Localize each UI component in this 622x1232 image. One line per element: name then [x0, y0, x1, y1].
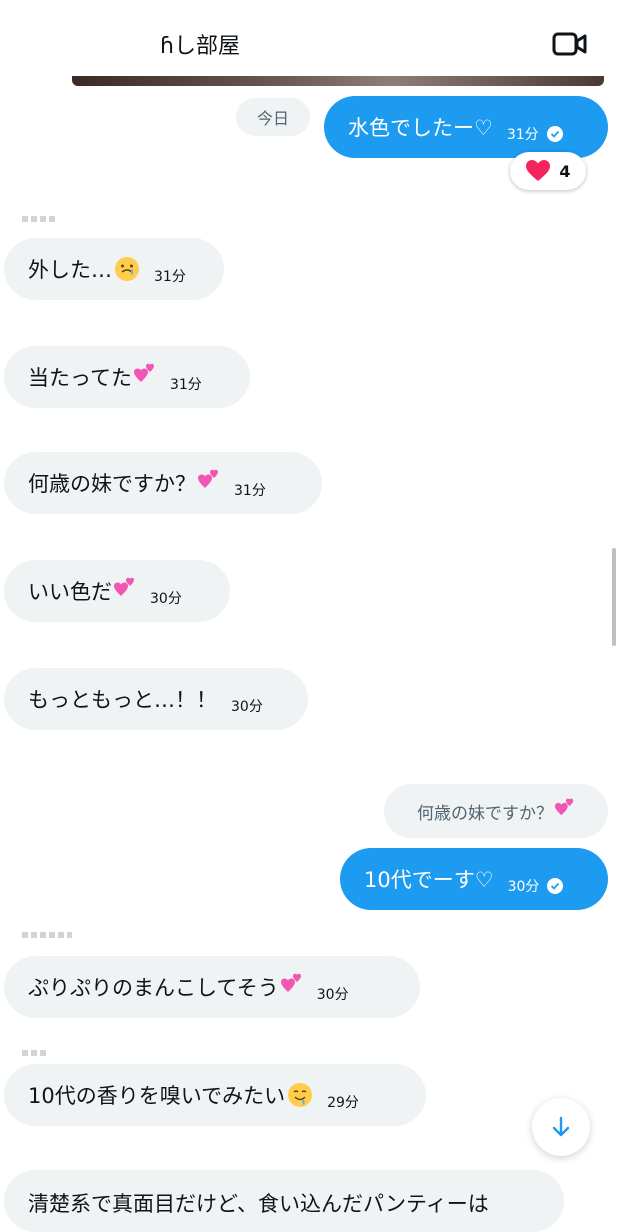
message-text: 10代でーす♡ — [364, 868, 494, 892]
message-bubble-incoming[interactable]: 何歳の妹ですか？ 31分 — [4, 452, 322, 514]
reaction-badge[interactable]: 4 — [510, 152, 586, 190]
message-bubble-outgoing[interactable]: 10代でーす♡ 30分 — [340, 848, 608, 910]
message-text: ぷりぷりのまんこしてそう — [28, 976, 279, 1000]
two-hearts-icon — [198, 469, 218, 488]
message-time: 30分 — [507, 879, 540, 895]
message-bubble-incoming[interactable]: いい色だ 30分 — [4, 560, 230, 622]
two-hearts-icon — [133, 363, 154, 382]
message-bubble-incoming[interactable]: 清楚系で真面目だけど、食い込んだパンティーは — [4, 1170, 564, 1232]
message-time: 31分 — [154, 269, 186, 285]
crying-face-icon — [115, 257, 139, 281]
message-text: 水色でしたー♡ — [348, 116, 493, 140]
message-text: 当たってた — [28, 366, 132, 390]
scrollbar-thumb[interactable] — [612, 548, 616, 646]
sender-name-obscured — [22, 932, 72, 938]
two-hearts-icon — [280, 973, 301, 992]
conversation-title[interactable]: ɦし部屋 — [160, 28, 240, 60]
message-text: 10代の香りを嗅いでみたい — [28, 1084, 286, 1108]
check-circle-icon — [547, 878, 564, 894]
message-bubble-incoming[interactable]: 10代の香りを嗅いでみたい 29分 — [4, 1064, 426, 1126]
message-bubble-incoming[interactable]: 外した… 31分 — [4, 238, 224, 300]
message-text: 外した… — [28, 258, 112, 282]
sender-name-obscured — [22, 216, 56, 222]
message-time: 30分 — [150, 591, 182, 607]
heart-icon — [526, 160, 551, 181]
message-time: 31分 — [506, 127, 539, 143]
message-bubble-incoming[interactable]: ぷりぷりのまんこしてそう 30分 — [4, 956, 420, 1018]
message-time: 30分 — [316, 987, 349, 1003]
date-separator: 今日 — [236, 98, 310, 136]
message-bubble-incoming[interactable]: 当たってた 31分 — [4, 346, 250, 408]
reaction-count: 4 — [559, 161, 571, 181]
profile-banner-strip — [72, 76, 604, 86]
message-bubble-incoming[interactable]: もっともっと…！！ 30分 — [4, 668, 308, 730]
two-hearts-icon — [114, 577, 134, 596]
message-time: 31分 — [234, 483, 266, 499]
arrow-down-icon — [552, 1116, 570, 1137]
message-bubble-outgoing[interactable]: 水色でしたー♡ 31分 — [324, 96, 608, 158]
quoted-reply-text: 何歳の妹ですか？ — [417, 803, 553, 824]
message-text: もっともっと…！！ — [28, 688, 217, 712]
two-hearts-icon — [555, 798, 574, 816]
sender-name-obscured — [22, 1050, 46, 1056]
message-time: 30分 — [231, 699, 263, 715]
message-time: 31分 — [169, 377, 202, 393]
video-call-icon[interactable] — [552, 30, 588, 58]
check-circle-icon — [546, 126, 563, 142]
conversation-header: ɦし部屋 — [0, 0, 622, 86]
message-text: いい色だ — [28, 580, 112, 604]
scroll-to-bottom-button[interactable] — [532, 1098, 590, 1156]
message-time: 29分 — [327, 1095, 359, 1111]
message-text: 何歳の妹ですか？ — [28, 472, 196, 496]
message-text: 清楚系で真面目だけど、食い込んだパンティーは — [28, 1192, 489, 1216]
quoted-reply-preview[interactable]: 何歳の妹ですか？ — [384, 784, 608, 838]
drooling-face-icon — [288, 1083, 313, 1107]
